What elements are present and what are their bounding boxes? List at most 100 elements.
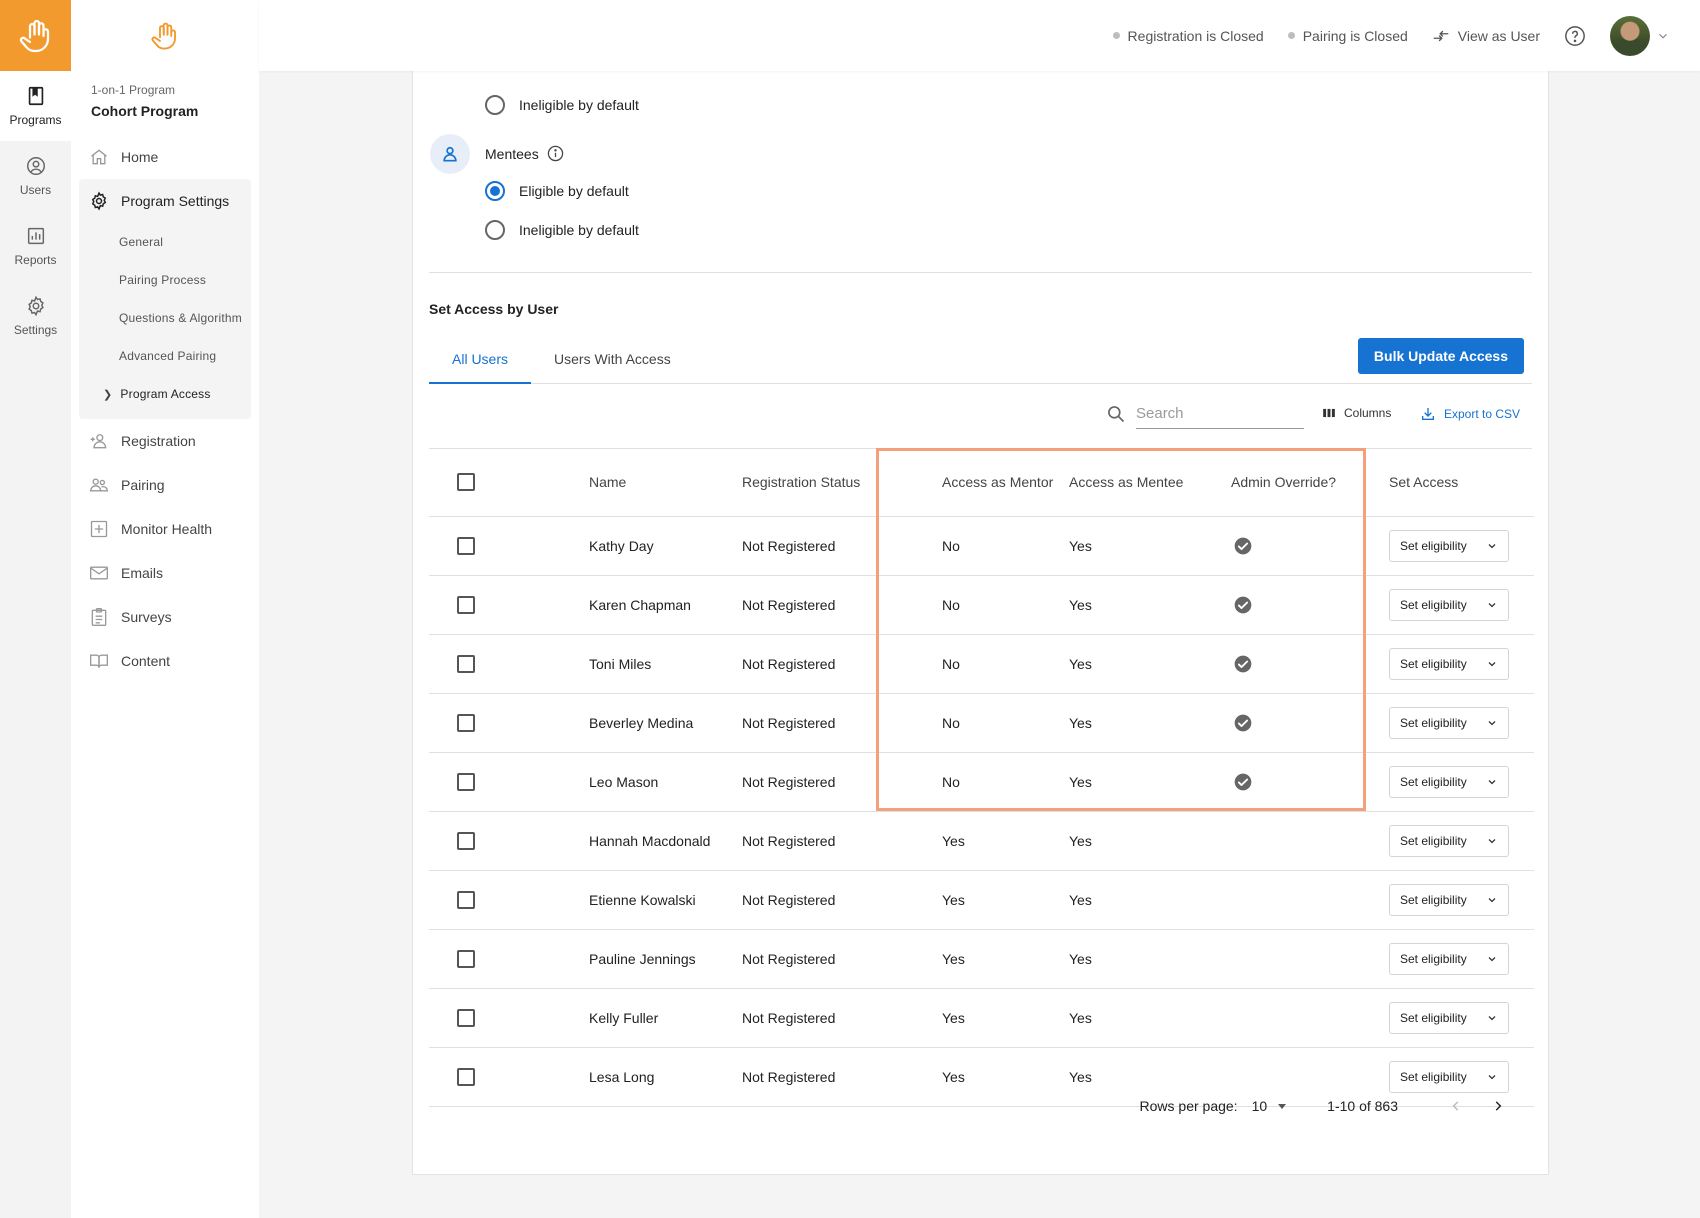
header-access-as-mentor[interactable]: Access as Mentor xyxy=(909,449,1069,517)
nav-sub-pairing-process[interactable]: Pairing Process xyxy=(79,261,251,299)
row-checkbox[interactable] xyxy=(457,536,475,555)
rows-per-page-select[interactable]: 10 xyxy=(1252,1098,1288,1114)
next-page-button[interactable] xyxy=(1484,1092,1512,1120)
check-circle-icon xyxy=(1234,596,1252,613)
help-icon[interactable] xyxy=(1564,25,1586,47)
chevron-down-icon xyxy=(1488,543,1496,548)
row-checkbox[interactable] xyxy=(457,713,475,732)
nav-item-surveys[interactable]: Surveys xyxy=(71,595,259,639)
registration-status-cell: Not Registered xyxy=(742,870,909,930)
nav-item-emails[interactable]: Emails xyxy=(71,551,259,595)
nav-item-pairing[interactable]: Pairing xyxy=(71,463,259,507)
set-eligibility-dropdown[interactable]: Set eligibility xyxy=(1389,765,1509,798)
set-eligibility-label: Set eligibility xyxy=(1400,1010,1467,1025)
export-csv-button[interactable]: Export to CSV xyxy=(1420,406,1520,422)
chevron-down-icon xyxy=(1488,838,1496,843)
export-csv-label: Export to CSV xyxy=(1444,407,1521,421)
nav-sub-advanced-pairing[interactable]: Advanced Pairing xyxy=(79,337,251,375)
rail-item-programs[interactable]: Programs xyxy=(0,71,71,141)
row-select-cell xyxy=(429,634,589,694)
user-name: Karen Chapman xyxy=(589,575,742,635)
nav-label-monitor-health: Monitor Health xyxy=(121,521,213,537)
set-eligibility-dropdown[interactable]: Set eligibility xyxy=(1389,824,1509,857)
bulk-update-access-button[interactable]: Bulk Update Access xyxy=(1357,338,1524,374)
nav-item-home[interactable]: Home xyxy=(71,135,259,179)
nav-item-registration[interactable]: Registration xyxy=(71,419,259,463)
set-eligibility-dropdown[interactable]: Set eligibility xyxy=(1389,883,1509,916)
nav-item-content[interactable]: Content xyxy=(71,639,259,683)
admin-override-cell xyxy=(1231,693,1376,753)
select-all-checkbox[interactable] xyxy=(457,473,475,492)
nav-sub-program-access[interactable]: ❯ Program Access xyxy=(79,375,251,413)
registration-status-cell: Not Registered xyxy=(742,811,909,871)
row-checkbox[interactable] xyxy=(457,890,475,909)
info-icon[interactable] xyxy=(547,145,564,162)
chevron-down-icon xyxy=(1488,956,1496,961)
rail-item-settings[interactable]: Settings xyxy=(0,281,71,351)
program-nav: 1-on-1 Program Cohort Program Home Progr… xyxy=(71,0,259,1218)
nav-sub-questions-algorithm[interactable]: Questions & Algorithm xyxy=(79,299,251,337)
columns-button[interactable]: Columns xyxy=(1322,406,1391,420)
set-eligibility-dropdown[interactable]: Set eligibility xyxy=(1389,942,1509,975)
previous-page-button[interactable] xyxy=(1442,1092,1470,1120)
header-name[interactable]: Name xyxy=(589,449,742,517)
row-checkbox[interactable] xyxy=(457,654,475,673)
access-as-mentee-cell: Yes xyxy=(1069,752,1231,812)
admin-override-cell xyxy=(1231,516,1376,576)
mentees-heading: Mentees xyxy=(485,145,564,162)
table-row: Toni Miles Not Registered No Yes Set eligibi… xyxy=(429,634,1534,694)
header-admin-override[interactable]: Admin Override? xyxy=(1231,449,1376,517)
pairing-status-text: Pairing is Closed xyxy=(1302,27,1408,44)
mentee-eligible-option[interactable]: Eligible by default xyxy=(485,181,629,201)
download-icon xyxy=(1422,408,1434,420)
nav-label-registration: Registration xyxy=(121,433,196,449)
nav-item-program-settings[interactable]: Program Settings xyxy=(79,179,251,223)
table-row: Kelly Fuller Not Registered Yes Yes Set elig… xyxy=(429,988,1534,1048)
nav-sub-general[interactable]: General xyxy=(79,223,251,261)
tab-all-users[interactable]: All Users xyxy=(429,335,532,384)
nav-item-monitor-health[interactable]: Monitor Health xyxy=(71,507,259,551)
header-access-as-mentee[interactable]: Access as Mentee xyxy=(1069,449,1231,517)
mentor-ineligible-option[interactable]: Ineligible by default xyxy=(485,95,639,115)
access-as-mentee-cell: Yes xyxy=(1069,575,1231,635)
radio-button-selected[interactable] xyxy=(485,181,505,201)
search-box xyxy=(1106,399,1304,429)
set-eligibility-dropdown[interactable]: Set eligibility xyxy=(1389,1001,1509,1034)
header-select-all xyxy=(429,449,589,517)
row-checkbox[interactable] xyxy=(457,1008,475,1027)
caret-down-icon xyxy=(1278,1104,1287,1109)
top-bar: Registration is Closed Pairing is Closed… xyxy=(259,0,1700,71)
mentee-ineligible-option[interactable]: Ineligible by default xyxy=(485,220,639,240)
set-eligibility-label: Set eligibility xyxy=(1400,951,1467,966)
set-access-cell: Set eligibility xyxy=(1376,752,1534,812)
set-eligibility-dropdown[interactable]: Set eligibility xyxy=(1389,647,1509,680)
radio-button[interactable] xyxy=(485,220,505,240)
rail-item-reports[interactable]: Reports xyxy=(0,211,71,281)
set-access-cell: Set eligibility xyxy=(1376,516,1534,576)
registration-status-cell: Not Registered xyxy=(742,752,909,812)
registration-status-cell: Not Registered xyxy=(742,988,909,1048)
user-menu[interactable] xyxy=(1610,15,1670,56)
header-registration-status[interactable]: Registration Status xyxy=(742,449,909,517)
program-name: Cohort Program xyxy=(91,103,199,119)
row-select-cell xyxy=(429,693,589,753)
row-checkbox[interactable] xyxy=(457,949,475,968)
registration-status-cell: Not Registered xyxy=(742,929,909,989)
row-select-cell xyxy=(429,988,589,1048)
radio-button[interactable] xyxy=(485,95,505,115)
row-checkbox[interactable] xyxy=(457,831,475,850)
tab-users-with-access[interactable]: Users With Access xyxy=(531,335,694,383)
access-as-mentor-cell: No xyxy=(909,693,1069,753)
set-eligibility-dropdown[interactable]: Set eligibility xyxy=(1389,529,1509,562)
rail-item-users[interactable]: Users xyxy=(0,141,71,211)
registration-status: Registration is Closed xyxy=(1112,28,1264,44)
set-eligibility-dropdown[interactable]: Set eligibility xyxy=(1389,706,1509,739)
search-input[interactable] xyxy=(1136,399,1304,429)
admin-override-cell xyxy=(1231,811,1376,871)
row-checkbox[interactable] xyxy=(457,595,475,614)
view-as-user-button[interactable]: View as User xyxy=(1432,27,1540,45)
status-dot xyxy=(1112,32,1120,39)
set-eligibility-dropdown[interactable]: Set eligibility xyxy=(1389,588,1509,621)
row-checkbox[interactable] xyxy=(457,772,475,791)
app-logo[interactable] xyxy=(0,0,71,71)
